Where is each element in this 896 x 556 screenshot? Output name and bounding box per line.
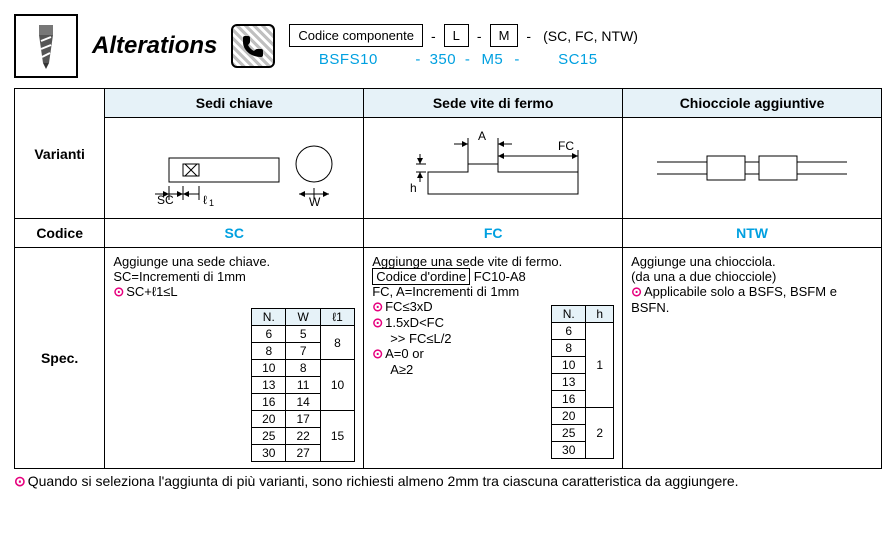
table-cell: 6 xyxy=(252,326,286,343)
col-fc: Sede vite di fermo xyxy=(364,89,623,118)
code-template-row: Codice componente - L - M - (SC, FC, NTW… xyxy=(289,24,642,47)
svg-text:h: h xyxy=(410,181,417,195)
table-cell: 13 xyxy=(552,374,586,391)
note-icon: ⊙ xyxy=(113,284,124,299)
spec-fc-table: N. h 61 8 10 13 16 202 25 30 xyxy=(551,305,614,459)
table-cell: 27 xyxy=(286,445,320,462)
note-icon: ⊙ xyxy=(372,299,383,314)
example-M: M5 xyxy=(478,51,506,68)
note-icon: ⊙ xyxy=(14,473,26,489)
row-varianti: Varianti xyxy=(15,89,105,219)
table-cell: 8 xyxy=(320,326,354,360)
table-cell: 16 xyxy=(552,391,586,408)
diagram-sc: SC ℓ 1 W xyxy=(105,118,364,219)
table-cell: 15 xyxy=(320,411,354,462)
table-cell: 8 xyxy=(286,360,320,377)
spec-sc: Aggiunge una sede chiave. SC=Incrementi … xyxy=(105,248,364,469)
table-cell: 7 xyxy=(286,343,320,360)
svg-text:1: 1 xyxy=(209,198,214,206)
spec-fc-line3: FC, A=Incrementi di 1mm xyxy=(372,284,614,299)
table-cell: 2 xyxy=(586,408,614,459)
spec-sc-line2: SC=Incrementi di 1mm xyxy=(113,269,355,284)
code-label-box: Codice componente xyxy=(289,24,423,47)
table-cell: 30 xyxy=(552,442,586,459)
alterations-title: Alterations xyxy=(92,32,217,60)
note-icon: ⊙ xyxy=(631,284,642,299)
svg-text:W: W xyxy=(309,195,321,206)
footer-text: Quando si seleziona l'aggiunta di più va… xyxy=(28,473,739,489)
table-cell: 20 xyxy=(252,411,286,428)
ordine-value: FC10-A8 xyxy=(474,269,526,284)
table-cell: 30 xyxy=(252,445,286,462)
drill-icon xyxy=(14,14,78,78)
row-codice: Codice xyxy=(15,219,105,248)
spec-ntw-line3: Applicabile solo a BSFS, BSFM e BSFN. xyxy=(631,284,837,315)
table-cell: 10 xyxy=(552,357,586,374)
ordine-label: Codice d'ordine xyxy=(372,268,470,285)
table-cell: 11 xyxy=(286,377,320,394)
code-sc: SC xyxy=(105,219,364,248)
row-spec: Spec. xyxy=(15,248,105,469)
col-ntw: Chiocciole aggiuntive xyxy=(623,89,882,118)
sc-th-w: W xyxy=(286,309,320,326)
spec-ntw-line2: (da una a due chiocciole) xyxy=(631,269,873,284)
table-cell: 16 xyxy=(252,394,286,411)
table-cell: 25 xyxy=(252,428,286,445)
note-icon: ⊙ xyxy=(372,346,383,361)
code-L-box: L xyxy=(444,24,469,47)
code-M-box: M xyxy=(490,24,519,47)
table-cell: 22 xyxy=(286,428,320,445)
fc-th-h: h xyxy=(586,306,614,323)
table-cell: 6 xyxy=(552,323,586,340)
table-cell: 8 xyxy=(552,340,586,357)
note-icon: ⊙ xyxy=(372,315,383,330)
spec-fc-line6b: A≥2 xyxy=(372,362,537,377)
spec-sc-table: N. W ℓ1 658 87 10810 1311 1614 201715 25… xyxy=(251,308,355,462)
code-example-row: BSFS10 - 350 - M5 - SC15 xyxy=(289,51,642,68)
spec-sc-line1: Aggiunge una sede chiave. xyxy=(113,254,355,269)
sc-th-n: N. xyxy=(252,309,286,326)
fc-th-n: N. xyxy=(552,306,586,323)
diagram-ntw xyxy=(623,118,882,219)
code-ntw: NTW xyxy=(623,219,882,248)
code-suffix-group: (SC, FC, NTW) xyxy=(539,25,642,47)
spec-ntw-line1: Aggiunge una chiocciola. xyxy=(631,254,873,269)
spec-fc-line6a: A=0 or xyxy=(385,346,424,361)
example-L: 350 xyxy=(429,51,457,68)
svg-text:FC: FC xyxy=(558,139,574,153)
table-cell: 10 xyxy=(252,360,286,377)
table-cell: 8 xyxy=(252,343,286,360)
table-cell: 13 xyxy=(252,377,286,394)
table-cell: 14 xyxy=(286,394,320,411)
spec-fc-line5b: >> FC≤L/2 xyxy=(372,331,537,346)
spec-fc-line4: FC≤3xD xyxy=(385,299,433,314)
alterations-table: Varianti Sedi chiave Sede vite di fermo … xyxy=(14,88,882,469)
spec-fc: Aggiunge una sede vite di fermo. Codice … xyxy=(364,248,623,469)
sc-th-l: ℓ1 xyxy=(320,309,354,326)
table-cell: 10 xyxy=(320,360,354,411)
diagram-fc: A FC h xyxy=(364,118,623,219)
spec-fc-line1: Aggiunge una sede vite di fermo. xyxy=(372,254,614,269)
spec-sc-line3: SC+ℓ1≤L xyxy=(126,284,177,299)
svg-text:SC: SC xyxy=(157,193,174,206)
svg-text:ℓ: ℓ xyxy=(203,193,207,206)
spec-ntw: Aggiunge una chiocciola. (da una a due c… xyxy=(623,248,882,469)
spec-fc-line5a: 1.5xD<FC xyxy=(385,315,444,330)
code-fc: FC xyxy=(364,219,623,248)
svg-text:A: A xyxy=(478,129,486,143)
table-cell: 17 xyxy=(286,411,320,428)
table-cell: 20 xyxy=(552,408,586,425)
table-cell: 25 xyxy=(552,425,586,442)
example-code: BSFS10 xyxy=(289,51,407,68)
footer-note: ⊙Quando si seleziona l'aggiunta di più v… xyxy=(14,473,882,490)
col-sc: Sedi chiave xyxy=(105,89,364,118)
table-cell: 5 xyxy=(286,326,320,343)
table-cell: 1 xyxy=(586,323,614,408)
example-suffix: SC15 xyxy=(528,51,628,68)
alterations-header: Alterations Codice componente - L - M - … xyxy=(14,14,882,78)
phone-icon xyxy=(231,24,275,68)
